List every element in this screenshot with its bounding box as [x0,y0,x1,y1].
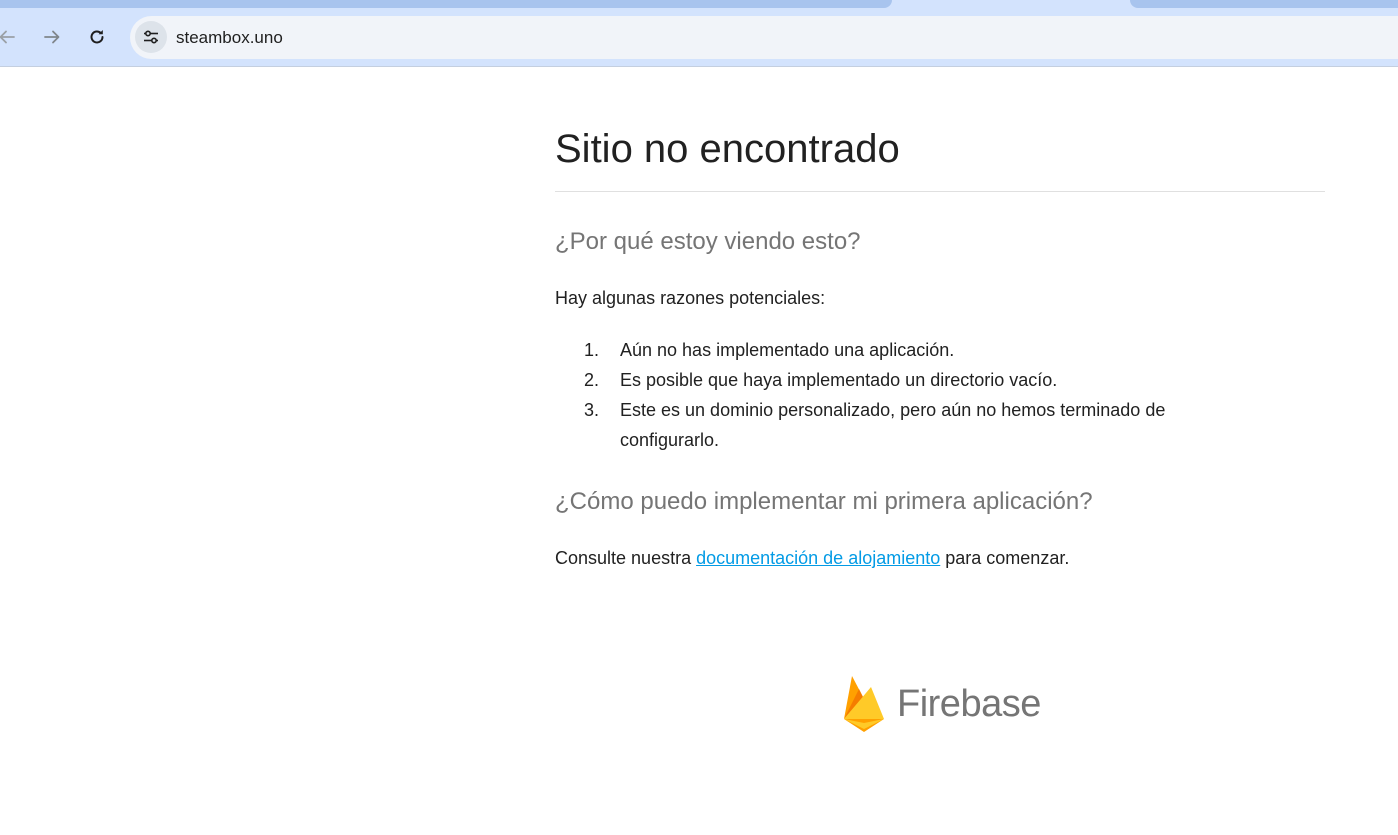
list-number: 3. [584,400,600,420]
firebase-wordmark: Firebase [897,683,1041,725]
reload-button[interactable] [82,22,112,52]
list-item: 2. Es posible que haya implementado un d… [555,365,1255,395]
list-number: 2. [584,370,600,390]
arrow-right-icon [44,30,60,44]
browser-tab[interactable] [1130,0,1398,8]
consult-prefix: Consulte nuestra [555,548,697,568]
back-button[interactable] [0,22,22,52]
browser-toolbar: steambox.uno [0,0,1398,67]
list-item-text: Este es un dominio personalizado, pero a… [620,400,1166,450]
arrow-left-icon [0,30,15,44]
reload-icon [90,30,104,44]
how-heading: ¿Cómo puedo implementar mi primera aplic… [555,488,1093,515]
intro-text: Hay algunas razones potenciales: [555,288,826,308]
tune-icon [144,30,158,44]
forward-button[interactable] [37,22,67,52]
site-info-button[interactable] [135,21,167,53]
address-bar[interactable] [130,16,1398,59]
firebase-logo: Firebase [843,672,1043,734]
list-item-text: Aún no has implementado una aplicación. [620,340,955,360]
url-text[interactable]: steambox.uno [176,27,283,49]
list-item: 1. Aún no has implementado una aplicació… [555,335,1255,365]
list-item: 3. Este es un dominio personalizado, per… [555,395,1255,455]
page-title: Sitio no encontrado [555,127,900,171]
firebase-flame-icon [844,676,884,732]
consult-suffix: para comenzar. [940,548,1070,568]
consult-text: Consulte nuestra documentación de alojam… [555,546,1069,570]
why-heading: ¿Por qué estoy viendo esto? [555,228,861,255]
list-item-text: Es posible que haya implementado un dire… [620,370,1058,390]
divider [555,191,1325,192]
list-number: 1. [584,340,600,360]
browser-tab[interactable] [0,0,892,8]
hosting-docs-link[interactable]: documentación de alojamiento [696,548,940,568]
reasons-list: 1. Aún no has implementado una aplicació… [555,335,1255,455]
